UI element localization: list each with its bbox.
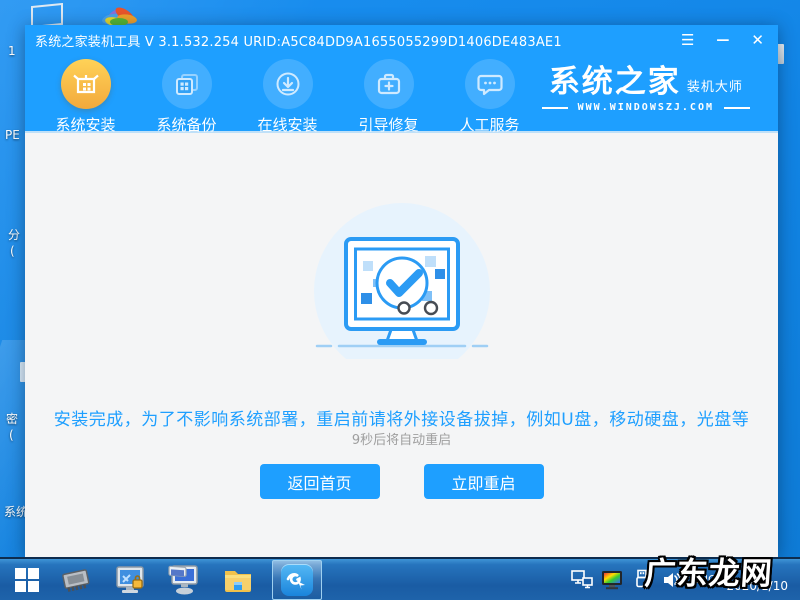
brand-name: 系统之家: [548, 64, 681, 100]
window-titlebar[interactable]: 系统之家装机工具 V 3.1.532.254 URID:A5C84DD9A165…: [25, 25, 778, 55]
taskbar-item-installer-active[interactable]: [272, 559, 322, 600]
desktop-label-fragment[interactable]: 分: [8, 228, 20, 243]
system-backup-icon: [161, 59, 212, 109]
start-button[interactable]: [10, 563, 44, 597]
installer-app-icon: [281, 563, 313, 596]
memory-chip-icon: [62, 568, 90, 592]
nav-label: 在线安装: [257, 116, 318, 134]
action-buttons: 返回首页 立即重启: [25, 464, 778, 499]
flower-gallery-desktop-icon[interactable]: [101, 0, 141, 28]
nav-item-boot-repair[interactable]: 引导修复: [338, 59, 439, 135]
close-icon[interactable]: ✕: [747, 31, 768, 50]
taskbar: ENG 2020/1/10: [0, 557, 800, 600]
desktop-label-fragment[interactable]: (: [10, 244, 15, 259]
brand-logo: 系统之家 装机大师 WWW.WINDOWSZJ.COM: [541, 59, 778, 114]
main-navbar: 系统安装 系统备份 在线安装 引导修复 人工服务 系统之家 装机大师 WWW.W…: [25, 55, 778, 135]
locked-display-icon: [116, 565, 144, 593]
network-icon[interactable]: [570, 570, 593, 590]
back-home-button[interactable]: 返回首页: [259, 464, 380, 499]
online-install-icon: [262, 59, 313, 109]
nav-label: 人工服务: [459, 116, 520, 134]
nav-item-system-backup[interactable]: 系统备份: [136, 59, 237, 135]
taskbar-item-file-explorer[interactable]: [216, 561, 260, 599]
support-chat-icon: [464, 59, 515, 109]
main-content: 安装完成，为了不影响系统部署，重启前请将外接设备拔掉，例如U盘，移动硬盘，光盘等…: [25, 133, 778, 557]
usb-device-icon[interactable]: [631, 569, 653, 590]
install-complete-message: 安装完成，为了不影响系统部署，重启前请将外接设备拔掉，例如U盘，移动硬盘，光盘等: [53, 410, 750, 430]
nav-label: 引导修复: [358, 116, 419, 134]
desktop-label-fragment[interactable]: PE: [5, 128, 20, 143]
restart-countdown: 9秒后将自动重启: [351, 433, 452, 448]
desktop-label-fragment[interactable]: 1: [8, 44, 16, 59]
system-install-icon: [60, 59, 111, 109]
install-complete-illustration: [313, 203, 490, 359]
windows-logo-icon: [15, 567, 39, 592]
nav-label: 系统备份: [156, 116, 217, 134]
taskbar-item-computer[interactable]: [162, 561, 206, 599]
menu-icon[interactable]: ☰: [677, 31, 698, 50]
nav-item-support[interactable]: 人工服务: [439, 59, 540, 135]
desktop-label-fragment[interactable]: 密: [6, 412, 18, 427]
minimize-icon[interactable]: —: [712, 32, 733, 49]
language-indicator[interactable]: ENG: [691, 573, 719, 586]
nav-label: 系统安装: [55, 116, 116, 134]
installer-window: 系统之家装机工具 V 3.1.532.254 URID:A5C84DD9A165…: [25, 25, 778, 557]
desktop-label-fragment[interactable]: (: [9, 428, 14, 443]
boot-repair-icon: [363, 59, 414, 109]
brand-badge: 装机大师: [686, 80, 743, 96]
volume-icon[interactable]: [661, 570, 683, 590]
brand-site-url: WWW.WINDOWSZJ.COM: [577, 102, 714, 114]
taskbar-item-remote-lock[interactable]: [108, 561, 152, 599]
system-tray: ENG 2020/1/10: [570, 566, 800, 593]
computer-keyboard-icon: [168, 564, 198, 594]
taskbar-item-cpu-tool[interactable]: [54, 561, 98, 599]
folder-icon: [225, 570, 251, 592]
logo-dash: [541, 106, 568, 109]
nav-item-system-install[interactable]: 系统安装: [35, 59, 136, 135]
clock-date[interactable]: 2020/1/10: [726, 580, 792, 593]
restart-now-button[interactable]: 立即重启: [423, 464, 544, 499]
window-title: 系统之家装机工具 V 3.1.532.254 URID:A5C84DD9A165…: [35, 34, 562, 50]
logo-dash: [724, 106, 750, 109]
display-settings-icon[interactable]: [601, 570, 623, 590]
nav-item-online-install[interactable]: 在线安装: [237, 59, 338, 135]
